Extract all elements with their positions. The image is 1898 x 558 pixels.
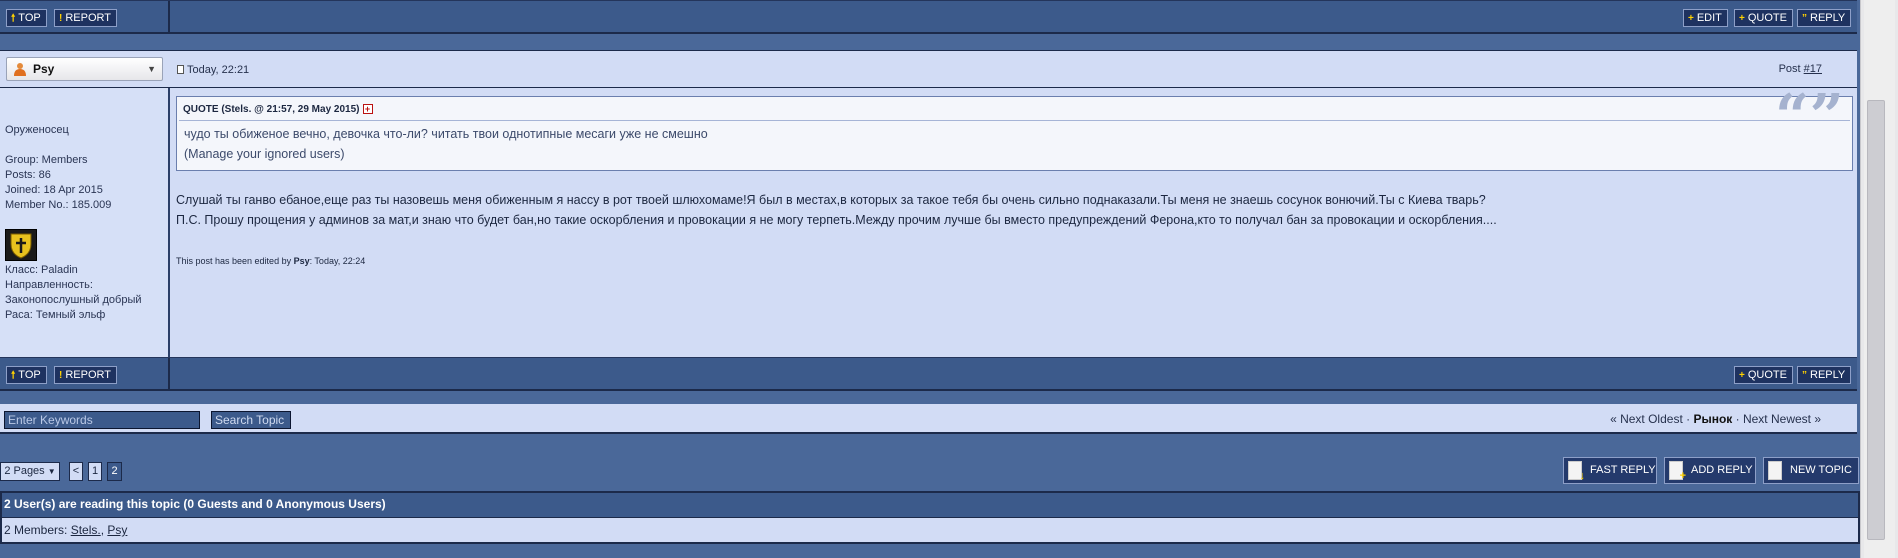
next-newest-link[interactable]: Next Newest » xyxy=(1743,412,1821,426)
quote-mark-icon: ” xyxy=(1802,13,1807,24)
active-users-list: 2 Members: Stels., Psy xyxy=(2,518,1858,542)
quote-mark-icon: ” xyxy=(1802,370,1807,381)
new-topic-button[interactable]: NEW TOPIC xyxy=(1763,457,1859,484)
post-header: Psy ▼ Today, 22:21 Post #17 xyxy=(0,50,1857,88)
page-2-current: 2 xyxy=(107,462,122,481)
quote-text: чудо ты обиженое вечно, девочка что-ли? … xyxy=(184,127,708,141)
author-dropdown[interactable]: Psy ▼ xyxy=(6,57,163,81)
quotation-marks-icon: “” xyxy=(1774,82,1844,152)
top-button[interactable]: 🠕 TOP xyxy=(6,9,47,27)
class-emblem-icon xyxy=(5,229,37,261)
quote-divider xyxy=(179,120,1850,121)
post-text-line: Слушай ты ганво ебаное,еще раз ты назове… xyxy=(176,193,1486,207)
reply-button[interactable]: ” REPLY xyxy=(1797,366,1852,384)
manage-ignored-users-text: (Manage your ignored users) xyxy=(184,147,345,161)
plus-icon: + xyxy=(1739,370,1745,381)
plus-icon: + xyxy=(1688,13,1694,24)
exclamation-icon: ! xyxy=(59,370,63,381)
column-divider xyxy=(168,1,170,32)
member-link-psy[interactable]: Psy xyxy=(107,523,127,537)
exclamation-icon: ! xyxy=(59,13,63,24)
quote-block: QUOTE (Stels. @ 21:57, 29 May 2015) + “” … xyxy=(176,87,1853,171)
topic-navigation: « Next Oldest · Рынок · Next Newest » xyxy=(1610,412,1821,426)
quote-header: QUOTE (Stels. @ 21:57, 29 May 2015) + xyxy=(183,104,373,115)
topic-search-bar: Enter Keywords Search Topic « Next Oldes… xyxy=(0,404,1857,434)
column-divider xyxy=(168,358,170,389)
top-button[interactable]: 🠕 TOP xyxy=(6,366,47,384)
post-number: Post #17 xyxy=(1778,63,1822,75)
post-number-link[interactable]: #17 xyxy=(1804,63,1822,75)
add-reply-button[interactable]: + ADD REPLY xyxy=(1664,457,1756,484)
add-page-icon: + xyxy=(1669,461,1686,482)
plus-icon: + xyxy=(1739,13,1745,24)
forum-page: 🠕 TOP ! REPORT + EDIT + QUOTE ” REPLY Psy ▼ T… xyxy=(0,0,1860,558)
prev-page-button[interactable]: < xyxy=(69,462,83,481)
post-controls-bar-bottom: 🠕 TOP ! REPORT + QUOTE ” REPLY xyxy=(0,357,1857,391)
user-icon xyxy=(14,63,26,76)
active-users-header: 2 User(s) are reading this topic (0 Gues… xyxy=(2,493,1858,518)
edit-button[interactable]: + EDIT xyxy=(1683,9,1728,27)
author-member-no: Member No.: 185.009 xyxy=(5,199,112,211)
reply-button[interactable]: ” REPLY xyxy=(1797,9,1852,27)
scrollbar-thumb[interactable] xyxy=(1867,100,1885,540)
chevron-down-icon: ▼ xyxy=(47,467,56,476)
reply-page-icon: ↓ xyxy=(1568,461,1585,482)
arrow-up-icon: 🠕 xyxy=(11,370,16,381)
author-name: Psy xyxy=(33,62,55,76)
edit-note: This post has been edited by Psy: Today,… xyxy=(176,256,366,266)
author-rank: Оруженосец xyxy=(5,124,69,136)
post-controls-bar-top: 🠕 TOP ! REPORT + EDIT + QUOTE ” REPLY xyxy=(0,0,1857,34)
search-input[interactable]: Enter Keywords xyxy=(4,411,200,429)
author-joined: Joined: 18 Apr 2015 xyxy=(5,184,103,196)
author-race: Раса: Темный эльф xyxy=(5,309,106,321)
post-text-line: П.С. Прошу прощения у админов за мат,и з… xyxy=(176,213,1497,227)
quote-button[interactable]: + QUOTE xyxy=(1734,9,1793,27)
next-oldest-link[interactable]: « Next Oldest xyxy=(1610,412,1683,426)
search-topic-button[interactable]: Search Topic xyxy=(211,411,291,429)
active-users-panel: 2 User(s) are reading this topic (0 Gues… xyxy=(0,491,1860,544)
document-icon xyxy=(177,65,184,74)
shield-icon xyxy=(10,233,32,259)
vertical-scrollbar[interactable] xyxy=(1860,0,1898,558)
new-page-icon xyxy=(1768,461,1782,480)
post-content: QUOTE (Stels. @ 21:57, 29 May 2015) + “” … xyxy=(176,87,1857,357)
member-link-stels[interactable]: Stels. xyxy=(71,523,101,537)
author-alignment: Законопослушный добрый xyxy=(5,294,142,306)
chevron-down-icon: ▼ xyxy=(147,64,156,74)
author-group: Group: Members xyxy=(5,154,88,166)
author-class: Класс: Paladin xyxy=(5,264,78,276)
post-body: Оруженосец Group: Members Posts: 86 Join… xyxy=(0,87,1857,357)
report-button[interactable]: ! REPORT xyxy=(54,366,117,384)
report-button[interactable]: ! REPORT xyxy=(54,9,117,27)
arrow-up-icon: 🠕 xyxy=(11,13,16,24)
author-info: Оруженосец Group: Members Posts: 86 Join… xyxy=(0,88,170,357)
author-posts: Posts: 86 xyxy=(5,169,51,181)
post-date: Today, 22:21 xyxy=(177,64,249,76)
forum-link[interactable]: Рынок xyxy=(1693,412,1732,426)
view-post-icon[interactable]: + xyxy=(362,104,373,114)
page-1-button[interactable]: 1 xyxy=(88,462,102,481)
pages-dropdown[interactable]: 2 Pages ▼ xyxy=(0,462,60,481)
quote-button[interactable]: + QUOTE xyxy=(1734,366,1793,384)
author-direction: Направленность: xyxy=(5,279,93,291)
fast-reply-button[interactable]: ↓ FAST REPLY xyxy=(1563,457,1657,484)
